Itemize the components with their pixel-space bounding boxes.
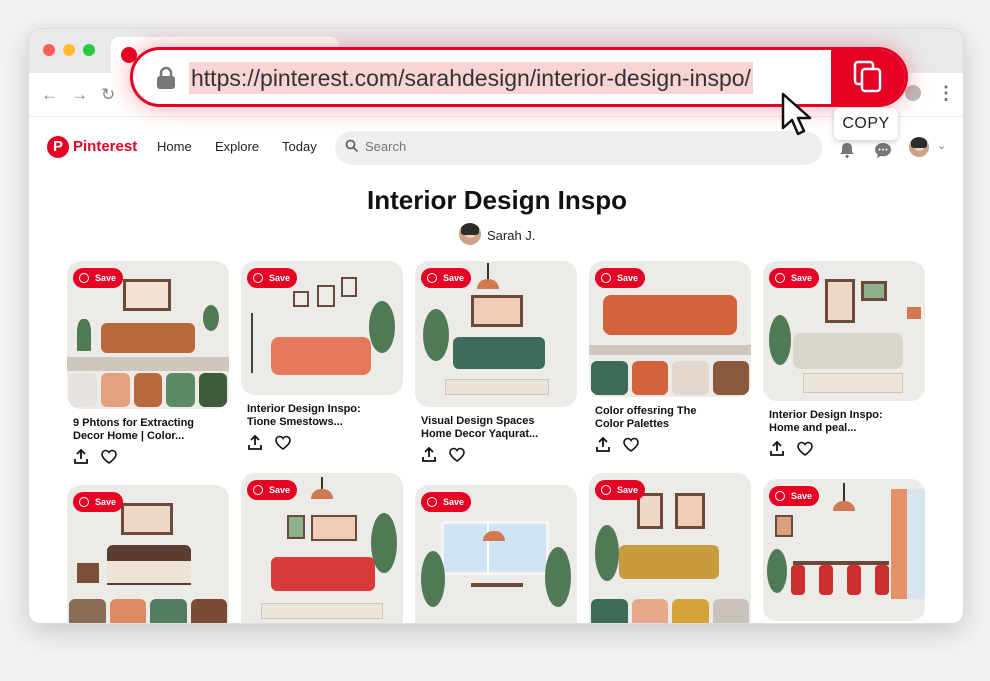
heart-icon[interactable] [101, 449, 117, 465]
pin-image[interactable]: Save [415, 261, 577, 407]
nav-today[interactable]: Today [282, 139, 317, 154]
nav-explore[interactable]: Explore [215, 139, 259, 154]
search-icon [345, 139, 359, 153]
pin-title[interactable]: Interior Design Inspo: Tione Smestows... [241, 403, 403, 429]
pin-image[interactable]: Save [763, 261, 925, 401]
pin-card[interactable]: Save [415, 485, 577, 623]
owner-name: Sarah J. [487, 228, 536, 243]
messages-icon[interactable] [874, 141, 892, 159]
heart-icon[interactable] [797, 441, 813, 457]
save-button[interactable]: Save [769, 268, 820, 288]
copy-icon [853, 60, 882, 93]
minimize-window-button[interactable] [63, 44, 75, 56]
pin-title[interactable]: 9 Phtons for Extracting Decor Home | Colo… [67, 417, 229, 443]
heart-icon[interactable] [449, 447, 465, 463]
pin-actions [763, 441, 925, 461]
pin-card[interactable]: Save Visual Design Spaces Home Decor Yaqu… [415, 261, 577, 467]
pin-card[interactable]: Save 9 Phtons for Extracting Decor Home |… [67, 261, 229, 469]
search-input[interactable] [365, 139, 805, 154]
pin-card[interactable]: Save Interior Design Inspo: Tione Smestow… [241, 261, 403, 455]
more-menu-icon[interactable]: ⋮ [937, 83, 955, 104]
share-icon[interactable] [73, 449, 89, 465]
pin-card[interactable]: Save [763, 479, 925, 621]
pin-card[interactable]: Save [589, 473, 751, 623]
pin-image[interactable]: Save [415, 485, 577, 623]
search-bar[interactable] [335, 131, 822, 165]
reload-icon[interactable]: ↻ [101, 85, 115, 105]
mouse-cursor-icon [781, 92, 812, 136]
pin-actions [415, 447, 577, 467]
pin-actions [589, 437, 751, 457]
lock-icon [157, 66, 175, 89]
pin-title[interactable]: Interior Design Inspo: Home and peal... [763, 409, 925, 435]
pin-card[interactable]: Save [241, 473, 403, 623]
share-icon[interactable] [421, 447, 437, 463]
share-icon[interactable] [595, 437, 611, 453]
pinterest-logo-icon[interactable]: P [47, 136, 69, 158]
pinterest-header: P Pinterest Home Explore Today ⌄ [29, 117, 963, 177]
save-button[interactable]: Save [595, 480, 646, 500]
save-button[interactable]: Save [595, 268, 646, 288]
pin-image[interactable]: Save [241, 473, 403, 623]
forward-icon[interactable]: → [71, 85, 88, 105]
pin-title[interactable]: Color offesring The Color Palettes [589, 405, 751, 431]
pin-actions [67, 449, 229, 469]
copy-tooltip: COPY [834, 108, 898, 140]
pin-image[interactable]: Save [589, 261, 751, 397]
pin-image[interactable]: Save [67, 261, 229, 409]
pin-image[interactable]: Save [67, 485, 229, 623]
pin-image[interactable]: Save [763, 479, 925, 621]
maximize-window-button[interactable] [83, 44, 95, 56]
pin-image[interactable]: Save [589, 473, 751, 623]
pin-actions [241, 435, 403, 455]
save-button[interactable]: Save [769, 486, 820, 506]
pin-card[interactable]: Save Interior Design Inspo: Home and peal… [763, 261, 925, 461]
pin-card[interactable]: Save Color offesring The Color Palettes [589, 261, 751, 457]
profile-icon[interactable] [905, 85, 921, 101]
chevron-down-icon[interactable]: ⌄ [937, 139, 946, 152]
heart-icon[interactable] [623, 437, 639, 453]
share-icon[interactable] [247, 435, 263, 451]
share-icon[interactable] [769, 441, 785, 457]
save-button[interactable]: Save [247, 480, 298, 500]
close-window-button[interactable] [43, 44, 55, 56]
heart-icon[interactable] [275, 435, 291, 451]
save-button[interactable]: Save [73, 268, 124, 288]
copy-url-button[interactable] [831, 50, 905, 104]
save-button[interactable]: Save [421, 492, 472, 512]
pin-card[interactable]: Save [67, 485, 229, 623]
pin-title[interactable]: Visual Design Spaces Home Decor Yaqurat..… [415, 415, 577, 441]
save-button[interactable]: Save [73, 492, 124, 512]
notifications-bell-icon[interactable] [838, 141, 856, 159]
back-icon[interactable]: ← [41, 85, 58, 105]
save-button[interactable]: Save [421, 268, 472, 288]
brand-name[interactable]: Pinterest [73, 138, 137, 155]
user-avatar[interactable] [909, 137, 929, 157]
pin-image[interactable]: Save [241, 261, 403, 395]
owner-avatar [459, 223, 481, 245]
save-button[interactable]: Save [247, 268, 298, 288]
board-title: Interior Design Inspo [366, 185, 628, 215]
url-text[interactable]: https://pinterest.com/sarahdesign/interi… [189, 62, 753, 94]
browser-window: ← → ↻ ⋮ P Pinterest Home Explore Today ⌄… [28, 28, 964, 624]
nav-home[interactable]: Home [157, 139, 192, 154]
